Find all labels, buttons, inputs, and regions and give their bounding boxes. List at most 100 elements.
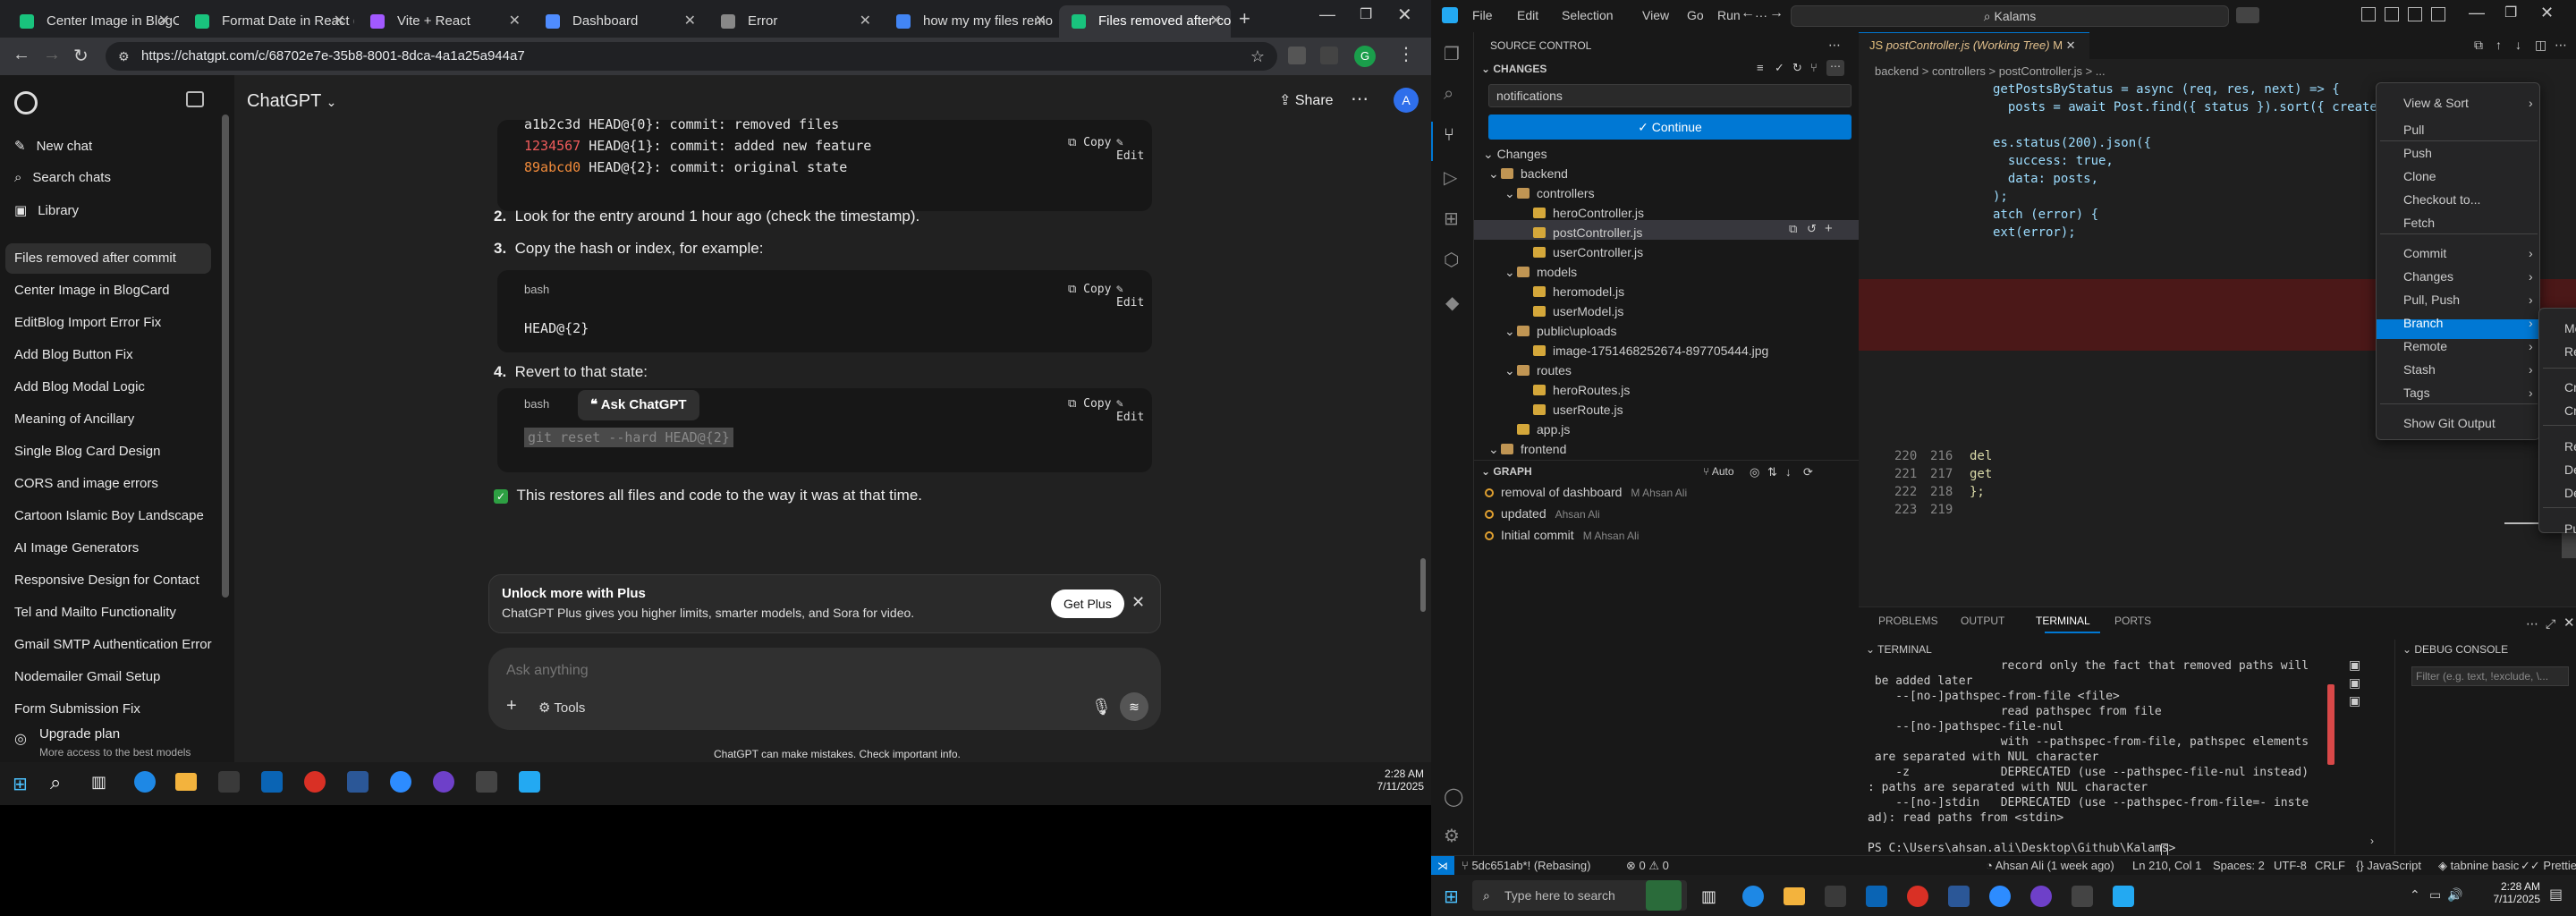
copy-button[interactable]: ⧉ Copy <box>1068 397 1111 411</box>
close-tab-icon[interactable]: ✕ <box>334 5 345 38</box>
toggle-secondary-sidebar-icon[interactable] <box>2431 7 2445 21</box>
explorer-icon[interactable]: ❐ <box>1444 43 1460 65</box>
open-file-icon[interactable]: ⧉ <box>2474 38 2483 53</box>
minimize-button[interactable]: — <box>2469 4 2485 22</box>
app-icon[interactable] <box>1948 886 1970 907</box>
chat-scrollbar[interactable] <box>1420 558 1426 612</box>
tree-folder[interactable]: ⌄ frontend <box>1488 442 1566 456</box>
graph-header[interactable]: ⌄ GRAPH <box>1481 465 1532 478</box>
encoding-status[interactable]: UTF-8 <box>2274 859 2307 872</box>
chrome-icon[interactable] <box>1907 886 1928 907</box>
stage-icon[interactable]: + <box>1825 221 1833 236</box>
add-attachment-icon[interactable]: + <box>506 696 517 717</box>
ask-chatgpt-button[interactable]: ❝ Ask ChatGPT <box>578 390 699 420</box>
browser-tab[interactable]: Error ✕ <box>708 5 880 38</box>
windows-start-icon[interactable]: ⊞ <box>13 773 28 795</box>
menu-item[interactable]: View & Sort <box>2403 96 2532 110</box>
url-field[interactable]: ⚙ https://chatgpt.com/c/68702e7e-35b8-80… <box>106 42 1277 71</box>
source-control-icon[interactable]: ⑂ <box>1444 125 1454 146</box>
sidepanel-icon[interactable] <box>1320 47 1338 64</box>
edit-button[interactable]: ✎ Edit <box>1116 136 1152 163</box>
edge-icon[interactable] <box>1742 886 1764 907</box>
menu-item[interactable]: Go <box>1687 8 1704 22</box>
command-center[interactable]: ⌕ Kalams <box>1791 5 2229 27</box>
zoom-icon[interactable] <box>390 771 411 793</box>
model-selector[interactable]: ChatGPT ⌄ <box>247 91 336 112</box>
tree-file[interactable]: app.js <box>1517 422 1570 437</box>
close-window-button[interactable]: ✕ <box>1397 4 1412 26</box>
prev-change-icon[interactable]: ↑ <box>2496 38 2502 52</box>
browser-tab[interactable]: Format Date in React (✕ <box>182 5 354 38</box>
panel-tab[interactable]: TERMINAL <box>2036 615 2090 627</box>
maximize-button[interactable]: ❐ <box>1360 5 1372 23</box>
tray-chevron-icon[interactable]: ⌃ <box>2410 887 2420 903</box>
close-tab-icon[interactable]: ✕ <box>860 5 871 38</box>
graph-commit[interactable]: removal of dashboard M Ahsan Ali <box>1485 485 1687 499</box>
vscode-icon[interactable] <box>2113 886 2134 907</box>
discard-icon[interactable]: ↺ <box>1807 222 1817 236</box>
nav-forward-icon[interactable]: → <box>1769 5 1784 21</box>
browser-tab[interactable]: Files removed after co ✕ <box>1059 5 1231 38</box>
store-icon[interactable] <box>1825 886 1846 907</box>
reload-icon[interactable]: ↻ <box>73 45 89 67</box>
outlook-icon[interactable] <box>261 771 283 793</box>
maximize-panel-icon[interactable]: ⤢ <box>2546 616 2555 632</box>
selected-command[interactable]: git reset --hard HEAD@{2} <box>524 428 733 447</box>
right-clock[interactable]: 2:28 AM 7/11/2025 <box>2472 880 2541 905</box>
tools-button[interactable]: ⚙ Tools <box>538 700 585 716</box>
sidebar-chat-item[interactable]: Add Blog Button Fix <box>14 347 133 362</box>
menu-item[interactable]: File <box>1472 8 1493 22</box>
sidebar-chat-item[interactable]: Add Blog Modal Logic <box>14 379 145 394</box>
sidebar-chat-item[interactable]: Form Submission Fix <box>14 701 140 717</box>
zoom-icon[interactable] <box>1989 886 2011 907</box>
menu-item[interactable]: Create Branch From... <box>2564 403 2576 418</box>
voice-mode-icon[interactable]: ≋ <box>1120 692 1148 721</box>
sidebar-chat-item[interactable]: Responsive Design for Contact <box>14 572 199 588</box>
outlook-icon[interactable] <box>1866 886 1887 907</box>
menu-item[interactable]: Checkout to... <box>2403 192 2480 207</box>
problems-status[interactable]: ⊗ 0 ⚠ 0 <box>1626 859 1669 873</box>
manage-gear-icon[interactable]: ⚙ <box>1444 825 1460 847</box>
tree-file[interactable]: heroController.js <box>1533 206 1644 220</box>
tree-folder[interactable]: ⌄ models <box>1504 265 1577 279</box>
tabnine-status[interactable]: ◈ tabnine basic <box>2438 859 2519 873</box>
continue-button[interactable]: ✓ Continue <box>1488 114 1852 140</box>
chrome-menu-icon[interactable]: ⋮ <box>1397 43 1415 65</box>
target-icon[interactable]: ◎ <box>1750 465 1759 479</box>
copy-button[interactable]: ⧉ Copy <box>1068 136 1111 149</box>
github-desktop-icon[interactable] <box>2030 886 2052 907</box>
indentation-status[interactable]: Spaces: 2 <box>2213 859 2265 872</box>
menu-item[interactable]: Remote <box>2403 339 2533 353</box>
sidebar-chat-item[interactable]: CORS and image errors <box>14 476 158 491</box>
minimize-button[interactable]: — <box>1319 5 1335 24</box>
menu-item[interactable]: Show Git Output <box>2403 416 2496 430</box>
close-tab-icon[interactable]: ✕ <box>1210 5 1222 38</box>
library-button[interactable]: ▣ Library <box>14 202 79 218</box>
sidebar-scrollbar[interactable] <box>222 114 229 598</box>
browser-tab[interactable]: Vite + React ✕ <box>358 5 530 38</box>
tree-file[interactable]: userController.js <box>1533 245 1643 259</box>
panel-tab[interactable]: PORTS <box>2114 615 2151 627</box>
sidebar-chat-item[interactable]: Nodemailer Gmail Setup <box>14 669 160 684</box>
more-actions-icon[interactable]: ⋯ <box>1828 38 1841 53</box>
tree-folder[interactable]: ⌄ controllers <box>1504 186 1595 200</box>
branch-status[interactable]: ⑂ 5dc651ab*! (Rebasing) <box>1462 859 1590 872</box>
github-desktop-icon[interactable] <box>433 771 454 793</box>
notifications-icon[interactable]: ▤ <box>2549 886 2563 903</box>
changes-header[interactable]: ⌄ CHANGES <box>1481 63 1546 75</box>
split-editor-icon[interactable]: ◫ <box>2535 38 2546 53</box>
layout-icon[interactable] <box>2361 7 2376 21</box>
menu-item[interactable]: Stash <box>2403 362 2532 377</box>
remote-indicator-icon[interactable]: ⋊ <box>1431 856 1454 876</box>
tree-file[interactable]: heromodel.js <box>1533 284 1624 299</box>
changes-group[interactable]: ⌄ Changes <box>1483 147 1547 162</box>
menu-item[interactable]: Publish Branch... <box>2564 522 2576 536</box>
toggle-sidebar-icon[interactable] <box>2385 7 2399 21</box>
menu-item[interactable]: Pull <box>2403 123 2424 137</box>
graph-icon[interactable]: ⑂ <box>1810 61 1818 74</box>
get-plus-button[interactable]: Get Plus <box>1051 589 1124 618</box>
windows-start-icon[interactable]: ⊞ <box>1444 886 1459 908</box>
tree-folder[interactable]: ⌄ routes <box>1504 363 1572 377</box>
tree-folder[interactable]: ⌄ backend <box>1488 166 1568 181</box>
microphone-icon[interactable]: 🎙 <box>1091 698 1112 717</box>
